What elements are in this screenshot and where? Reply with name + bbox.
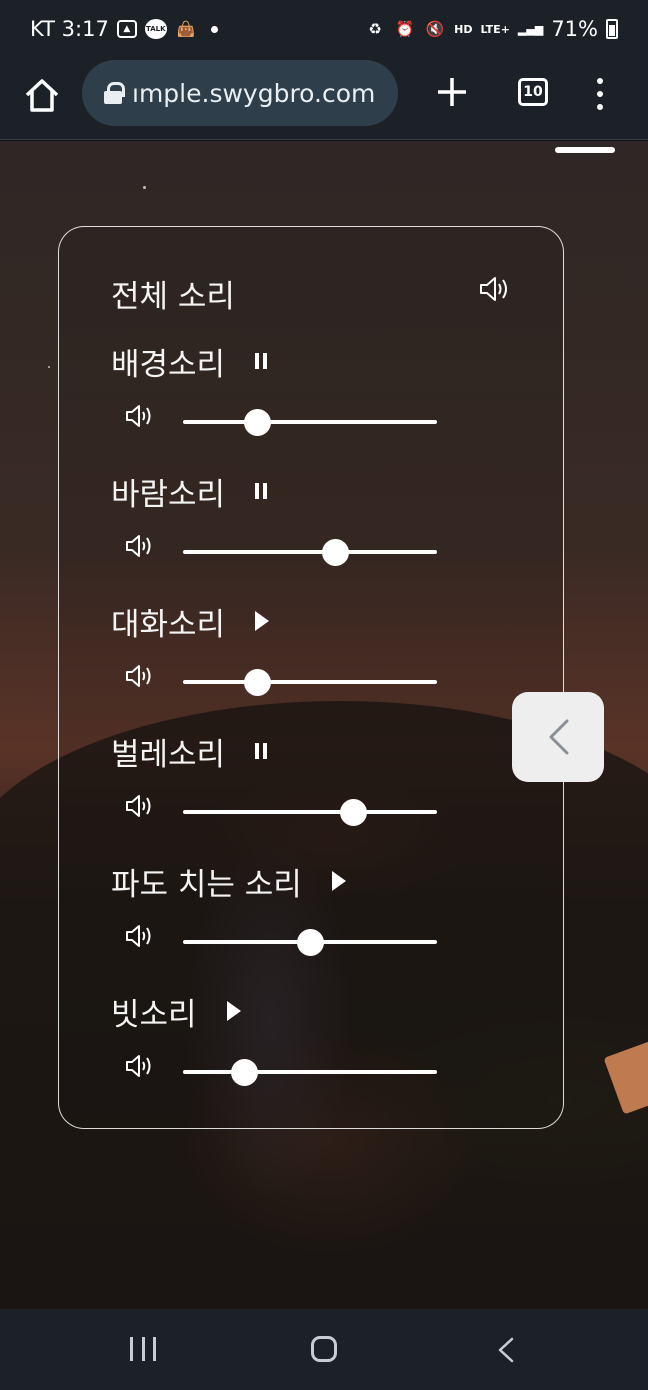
system-nav-bar bbox=[0, 1309, 648, 1390]
slider-track bbox=[183, 550, 437, 554]
home-nav-icon[interactable] bbox=[311, 1336, 337, 1362]
battery-icon bbox=[606, 19, 618, 39]
track-header: 바람소리 bbox=[111, 469, 268, 513]
collapse-panel-button[interactable] bbox=[512, 692, 604, 782]
tab-count: 10 bbox=[523, 84, 543, 100]
speaker-icon[interactable] bbox=[125, 402, 155, 430]
track-header: 배경소리 bbox=[111, 339, 268, 383]
master-volume-title: 전체 소리 bbox=[111, 279, 235, 315]
mute-icon: 🔇 bbox=[425, 20, 445, 38]
volume-slider[interactable] bbox=[183, 929, 437, 956]
play-icon[interactable] bbox=[226, 1001, 241, 1021]
volume-slider[interactable] bbox=[183, 539, 437, 566]
signal-icon: ▂▄▆ bbox=[517, 22, 544, 36]
status-bar: KT 3:17 ▲ TALK 👜 ♻ ⏰ 🔇 HD LTE+ ▂▄▆ 71% bbox=[0, 0, 648, 58]
play-icon[interactable] bbox=[255, 611, 270, 631]
lock-icon bbox=[104, 82, 125, 104]
slider-thumb[interactable] bbox=[297, 929, 324, 956]
track-name: 바람소리 bbox=[111, 476, 226, 513]
volume-slider[interactable] bbox=[183, 409, 437, 436]
slider-track bbox=[183, 810, 437, 814]
volume-slider[interactable] bbox=[183, 799, 437, 826]
track-name: 대화소리 bbox=[111, 606, 226, 643]
sound-track-row: 파도 치는 소리 bbox=[59, 859, 565, 989]
speaker-icon[interactable] bbox=[125, 792, 155, 820]
volume-slider[interactable] bbox=[183, 669, 437, 696]
hd-voice-icon: HD bbox=[454, 22, 473, 36]
track-name: 빗소리 bbox=[111, 996, 197, 1033]
address-bar[interactable]: ımple.swygbro.com bbox=[82, 60, 398, 126]
status-time: KT 3:17 bbox=[30, 17, 109, 41]
back-icon[interactable] bbox=[496, 1337, 516, 1363]
slider-track bbox=[183, 680, 437, 684]
url-text: ımple.swygbro.com bbox=[132, 78, 376, 108]
status-left: KT 3:17 ▲ TALK 👜 bbox=[30, 17, 218, 41]
track-header: 대화소리 bbox=[111, 599, 270, 643]
new-tab-icon[interactable] bbox=[432, 72, 472, 112]
star bbox=[143, 186, 146, 189]
pause-icon[interactable] bbox=[255, 353, 268, 369]
speaker-icon[interactable] bbox=[125, 662, 155, 690]
play-icon[interactable] bbox=[331, 871, 346, 891]
slider-thumb[interactable] bbox=[340, 799, 368, 826]
track-name: 파도 치는 소리 bbox=[111, 866, 302, 903]
track-name: 배경소리 bbox=[111, 346, 226, 383]
battery-percent: 71% bbox=[551, 17, 598, 41]
more-notifications-dot-icon bbox=[210, 25, 218, 33]
slider-track bbox=[183, 1070, 437, 1074]
track-header: 벌레소리 bbox=[111, 729, 268, 773]
tab-switcher-button[interactable]: 10 bbox=[518, 78, 548, 106]
drag-handle[interactable] bbox=[555, 147, 615, 153]
slider-thumb[interactable] bbox=[230, 1059, 258, 1086]
shopping-bag-icon: 👜 bbox=[176, 20, 196, 38]
alarm-icon: ⏰ bbox=[395, 20, 415, 38]
speaker-icon[interactable] bbox=[125, 532, 155, 560]
star bbox=[48, 366, 50, 368]
network-type: LTE+ bbox=[480, 22, 510, 36]
sound-track-row: 배경소리 bbox=[59, 339, 565, 469]
recycle-icon: ♻ bbox=[368, 20, 382, 38]
master-speaker-icon[interactable] bbox=[479, 275, 511, 303]
slider-thumb[interactable] bbox=[243, 669, 271, 696]
chevron-left-icon bbox=[549, 719, 569, 755]
slider-thumb[interactable] bbox=[243, 409, 271, 436]
track-header: 파도 치는 소리 bbox=[111, 859, 346, 903]
sound-track-row: 대화소리 bbox=[59, 599, 565, 729]
more-menu-icon[interactable] bbox=[590, 78, 610, 110]
speaker-icon[interactable] bbox=[125, 922, 155, 950]
browser-toolbar: ımple.swygbro.com 10 bbox=[0, 58, 648, 140]
track-name: 벌레소리 bbox=[111, 736, 226, 773]
status-right: ♻ ⏰ 🔇 HD LTE+ ▂▄▆ 71% bbox=[364, 17, 618, 41]
sound-mixer-panel: 전체 소리 배경소리바람소리대화소리벌레소리파도 치는 소리빗소리 bbox=[58, 226, 564, 1129]
sound-track-row: 벌레소리 bbox=[59, 729, 565, 859]
track-header: 빗소리 bbox=[111, 989, 241, 1033]
pause-icon[interactable] bbox=[255, 743, 268, 759]
sound-track-row: 빗소리 bbox=[59, 989, 565, 1119]
home-icon[interactable] bbox=[22, 76, 62, 116]
sound-track-row: 바람소리 bbox=[59, 469, 565, 599]
volume-slider[interactable] bbox=[183, 1059, 437, 1086]
kakaotalk-icon: TALK bbox=[144, 19, 167, 39]
speaker-icon[interactable] bbox=[125, 1052, 155, 1080]
gallery-icon: ▲ bbox=[116, 20, 137, 38]
slider-thumb[interactable] bbox=[322, 539, 350, 566]
pause-icon[interactable] bbox=[255, 483, 268, 499]
slider-track bbox=[183, 420, 437, 424]
recent-apps-icon[interactable] bbox=[130, 1337, 156, 1361]
